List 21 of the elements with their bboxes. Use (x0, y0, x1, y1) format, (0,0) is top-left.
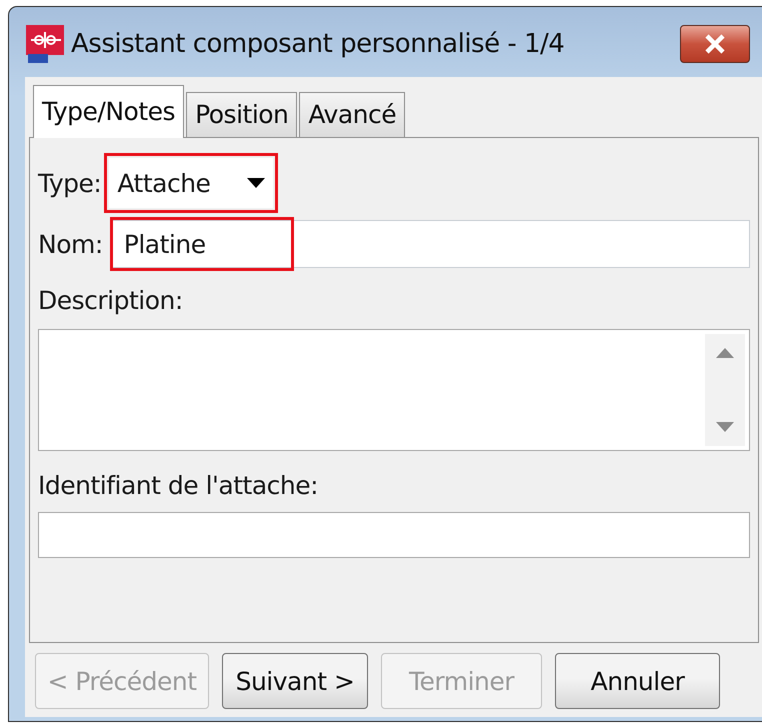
wizard-button[interactable]: Annuler (555, 653, 720, 709)
wizard-button[interactable]: Suivant > (222, 653, 368, 709)
type-dropdown[interactable]: Attache (109, 158, 274, 208)
scrollbar[interactable] (705, 334, 745, 446)
close-icon (704, 34, 726, 54)
tab[interactable]: Type/Notes (33, 85, 184, 138)
close-button[interactable] (680, 25, 750, 63)
description-field[interactable] (38, 329, 750, 451)
name-field[interactable]: Platine (110, 220, 750, 268)
field-label: Description: (38, 286, 184, 315)
tab[interactable]: Position (186, 92, 298, 137)
tab[interactable]: Avancé (299, 92, 406, 137)
caret-icon (247, 178, 266, 188)
field-label: Type: (38, 168, 102, 198)
scroll-down-icon[interactable] (716, 422, 734, 432)
identifier-field[interactable] (38, 512, 750, 558)
window-title: Assistant composant personnalisé - 1/4 (71, 29, 564, 59)
scroll-up-icon[interactable] (716, 348, 734, 358)
field-label: Nom: (38, 230, 103, 258)
field-label: Identifiant de l'attache: (38, 471, 320, 500)
app-logo-icon (25, 24, 65, 64)
